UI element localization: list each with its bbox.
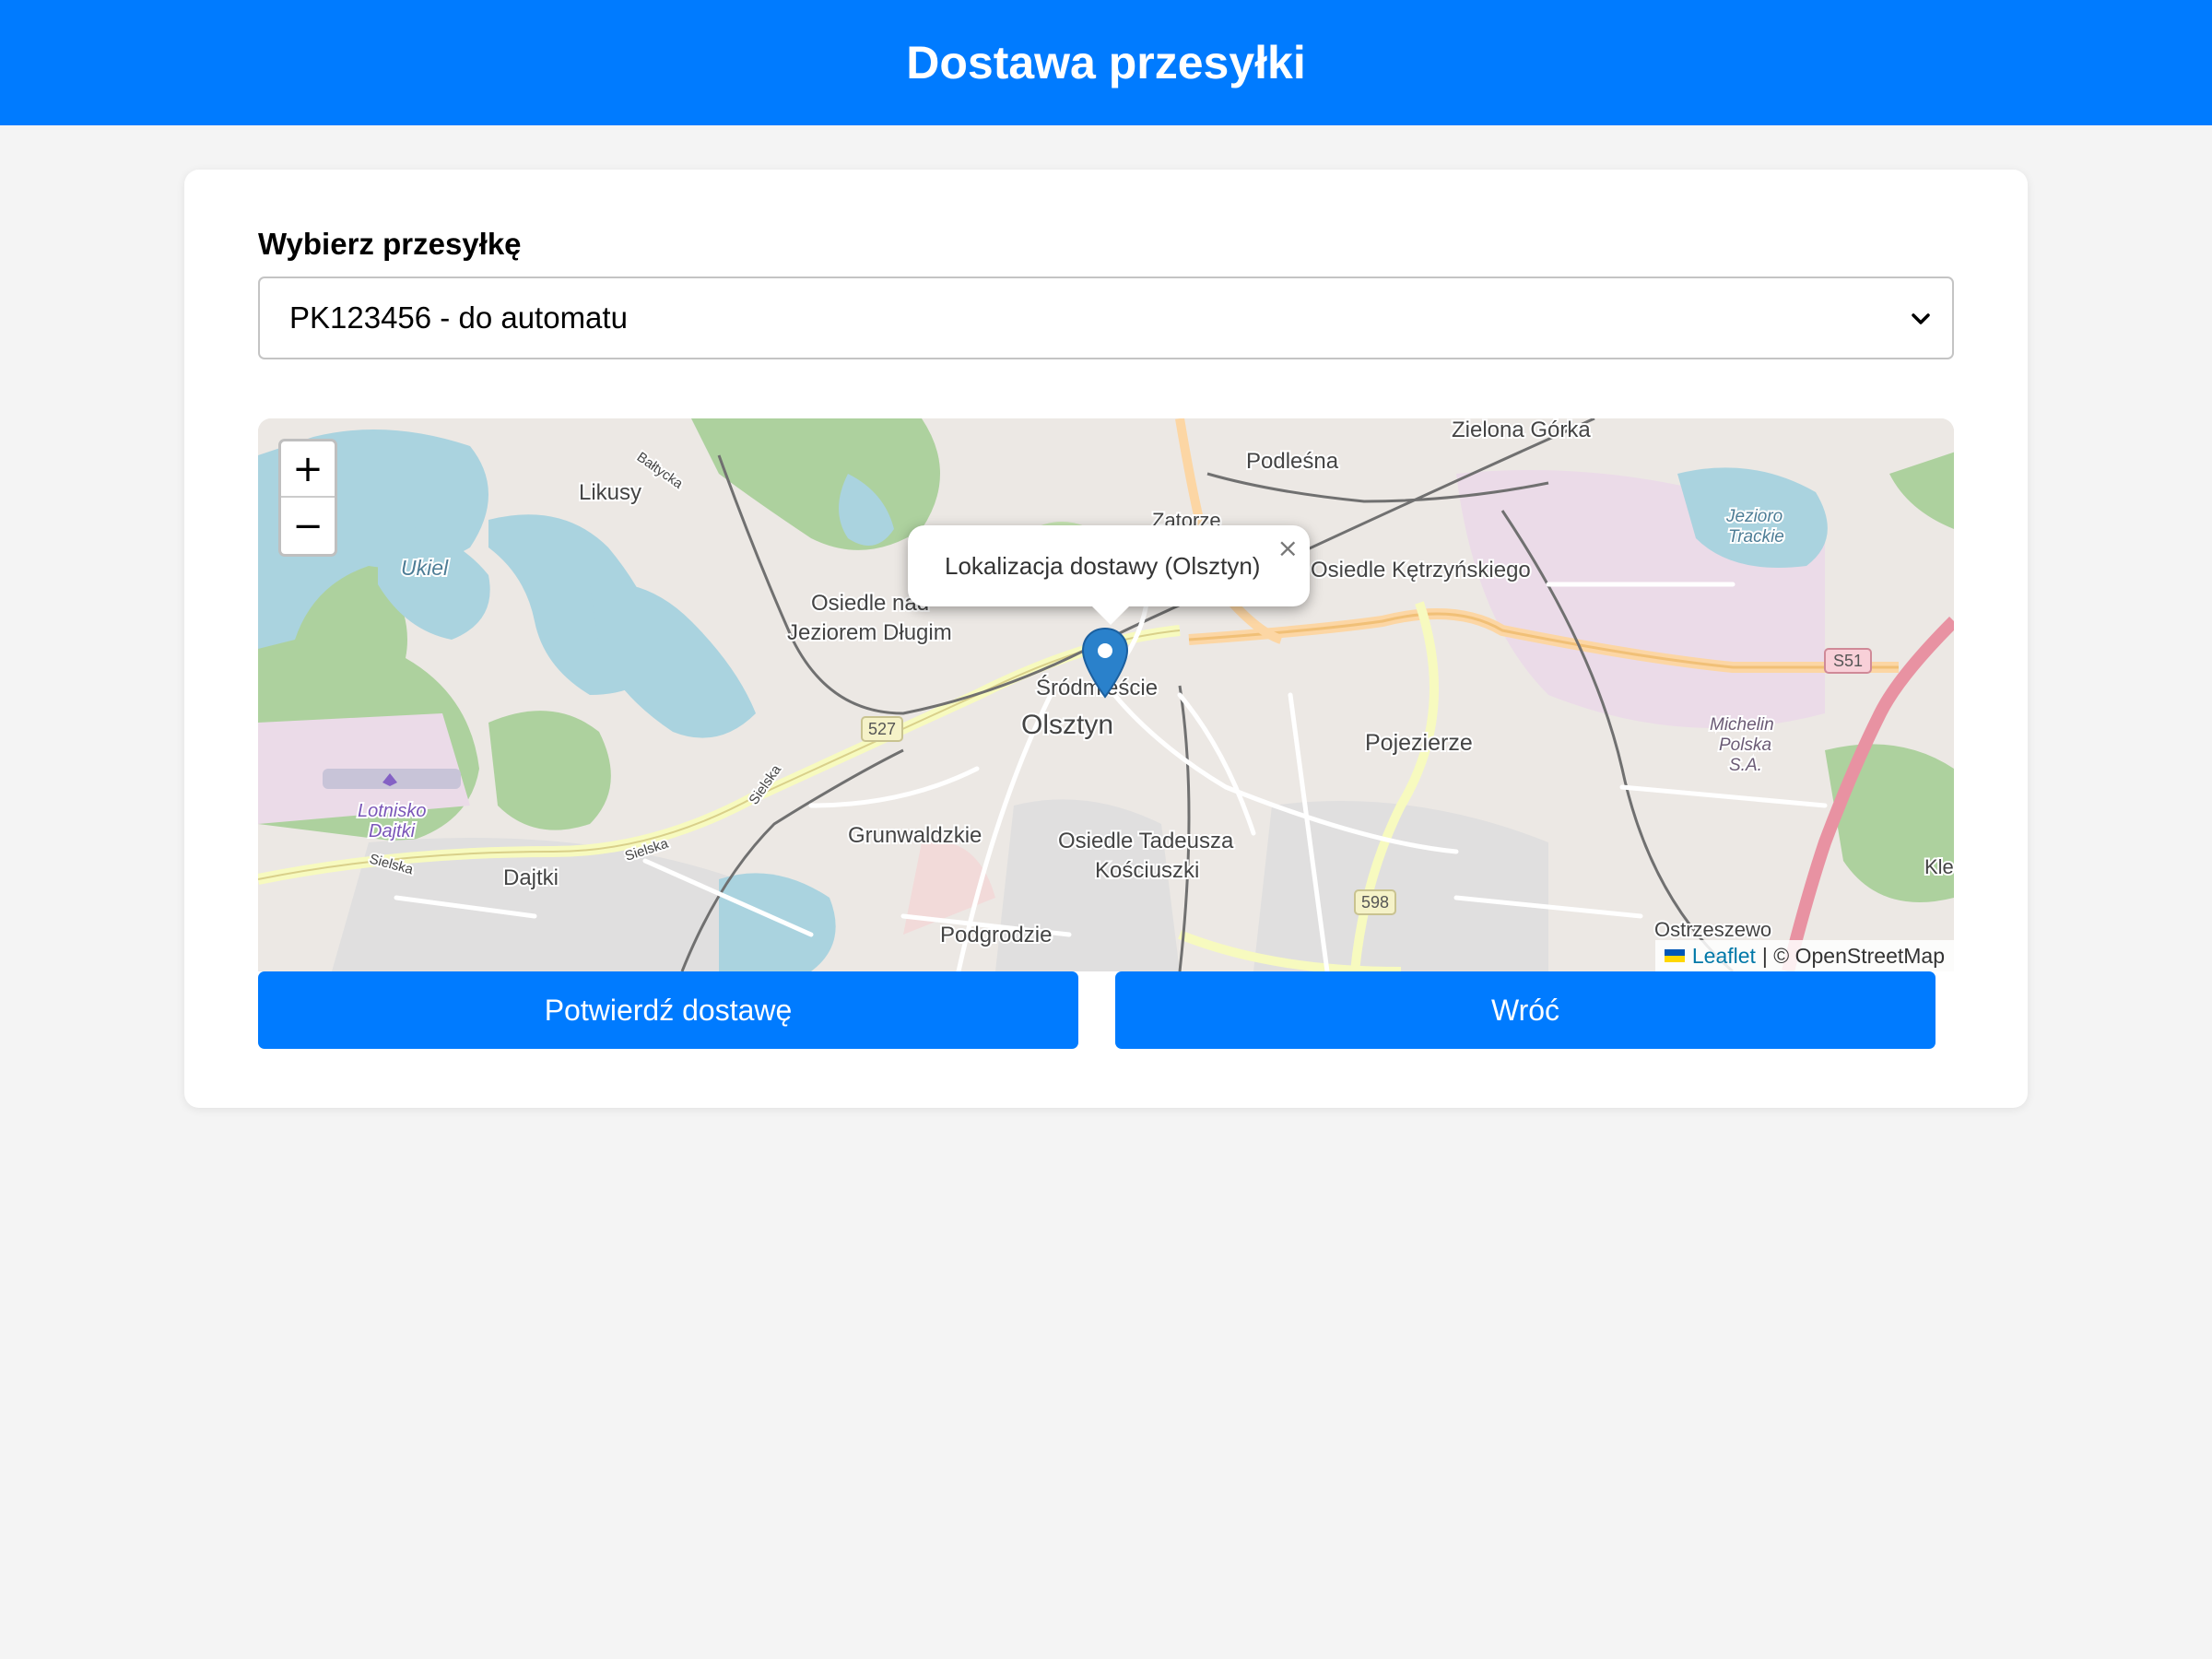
delivery-card: Wybierz przesyłkę PK123456 - do automatu xyxy=(184,170,2028,1108)
map-label-michelin-2: Polska xyxy=(1719,735,1771,755)
map-label-ukiel: Ukiel xyxy=(401,556,449,580)
osm-attribution: | © OpenStreetMap xyxy=(1761,943,1945,968)
chevron-down-icon xyxy=(1912,313,1930,324)
map-label-dajtki: Dajtki xyxy=(503,865,559,890)
map-label-pojezierze: Pojezierze xyxy=(1365,730,1473,756)
zoom-out-button[interactable]: − xyxy=(281,498,335,554)
popup-text: Lokalizacja dostawy (Olsztyn) xyxy=(945,551,1261,580)
map-label-grunwaldzkie: Grunwaldzkie xyxy=(848,823,982,848)
popup-close-icon[interactable]: × xyxy=(1277,533,1299,563)
ukraine-flag-icon xyxy=(1664,949,1685,962)
map-label-michelin-1: Michelin xyxy=(1710,715,1774,735)
zoom-in-button[interactable]: + xyxy=(281,441,335,498)
map-label-jezioro-2: Trackie xyxy=(1728,527,1784,547)
map-label-michelin-3: S.A. xyxy=(1729,756,1762,775)
map-label-podgrodzie: Podgrodzie xyxy=(940,923,1052,947)
road-s51-label: S51 xyxy=(1833,652,1863,670)
location-popup: Lokalizacja dostawy (Olsztyn) × xyxy=(908,525,1310,625)
road-598-label: 598 xyxy=(1361,893,1389,912)
back-button[interactable]: Wróć xyxy=(1115,971,1936,1049)
parcel-select-value: PK123456 - do automatu xyxy=(289,300,628,335)
popup-tip xyxy=(1088,603,1133,625)
leaflet-link[interactable]: Leaflet xyxy=(1692,944,1756,969)
map-marker-icon[interactable] xyxy=(1081,627,1129,700)
map-label-ostrzeszewo: Ostrzeszewo xyxy=(1654,918,1771,941)
map-label-osiedle-ketrzynskiego: Osiedle Kętrzyńskiego xyxy=(1311,558,1531,582)
page-title: Dostawa przesyłki xyxy=(906,37,1306,88)
map-label-jezioro-1: Jezioro xyxy=(1725,507,1783,526)
map-label-kle: Kle xyxy=(1924,855,1954,878)
delivery-map[interactable]: 527 598 S51 Zielona Górka Podleśna Likus… xyxy=(258,418,1954,971)
map-label-tadeusza-1: Osiedle Tadeusza xyxy=(1058,829,1234,853)
map-label-tadeusza-2: Kościuszki xyxy=(1095,858,1199,883)
map-label-olsztyn: Olsztyn xyxy=(1021,710,1113,740)
map-label-lotnisko-1: Lotnisko xyxy=(358,801,427,821)
map-label-lotnisko-2: Dajtki xyxy=(369,821,416,841)
map-label-likusy: Likusy xyxy=(579,480,641,505)
app-header: Dostawa przesyłki xyxy=(0,0,2212,125)
zoom-control: + − xyxy=(278,439,337,557)
map-label-zielona-gorka: Zielona Górka xyxy=(1452,418,1591,442)
map-label-podlesna: Podleśna xyxy=(1246,449,1339,474)
map-label-osiedle-nad-2: Jeziorem Długim xyxy=(787,620,952,645)
parcel-select-label: Wybierz przesyłkę xyxy=(258,227,522,261)
confirm-delivery-button[interactable]: Potwierdź dostawę xyxy=(258,971,1078,1049)
parcel-select[interactable]: PK123456 - do automatu xyxy=(258,276,1954,359)
road-527-label: 527 xyxy=(868,720,896,738)
map-attribution: Leaflet | © OpenStreetMap xyxy=(1654,940,1954,971)
